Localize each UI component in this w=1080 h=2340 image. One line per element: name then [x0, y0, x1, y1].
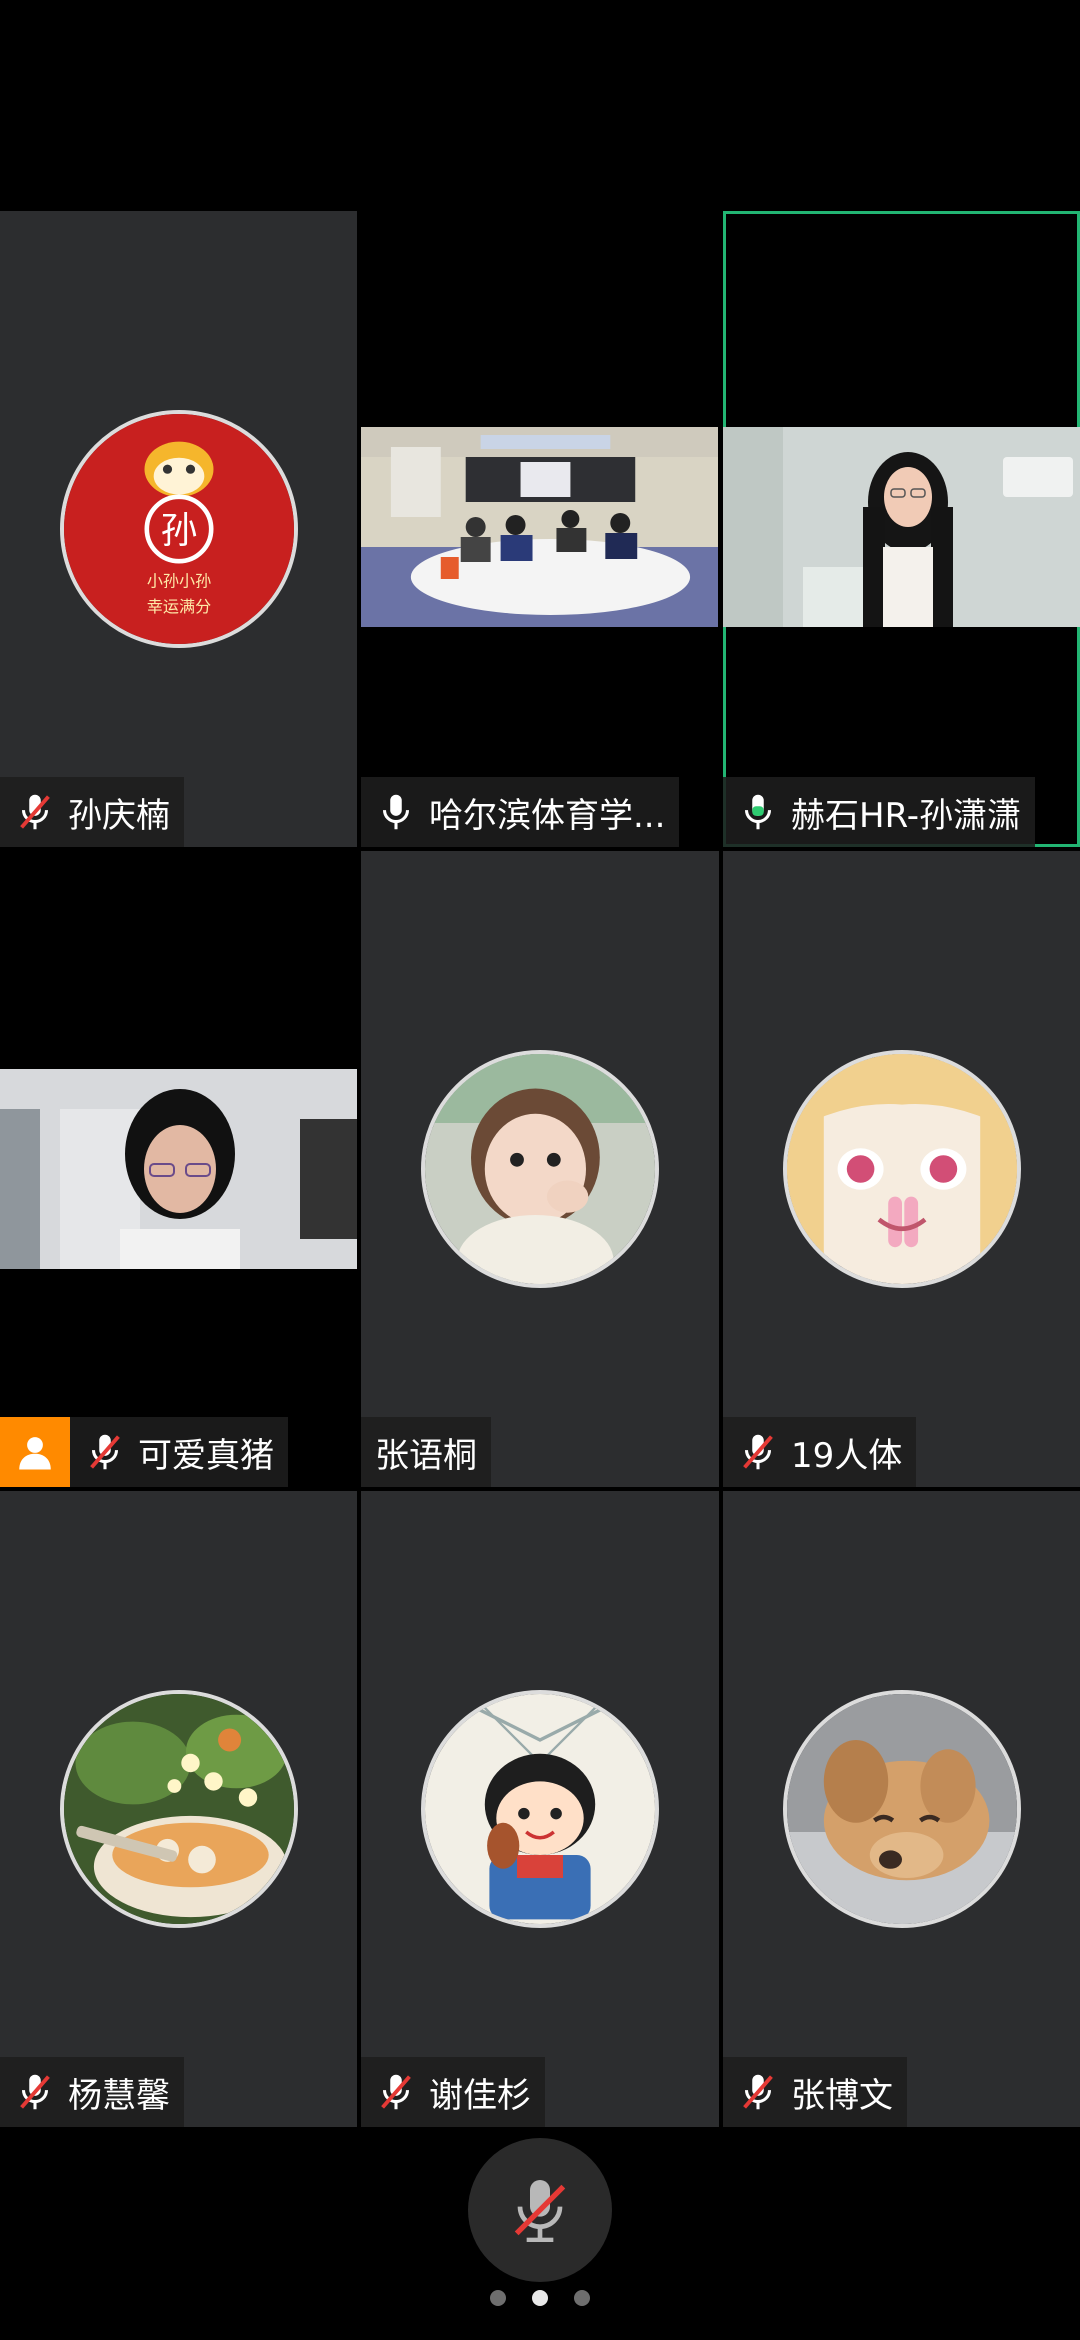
red-tiger-logo-icon: 孙 小孙小孙 幸运满分 [64, 414, 294, 644]
bottom-control-bar [0, 2128, 1080, 2340]
participant-tile-8[interactable]: 谢佳杉 [361, 1491, 719, 2127]
participant-name: 谢佳杉 [429, 2075, 531, 2116]
participant-name-tag: 19人体 [723, 1417, 917, 1487]
participant-name: 张博文 [791, 2075, 893, 2116]
participant-tile-1[interactable]: 孙 小孙小孙 幸运满分 孙庆楠 [0, 211, 357, 847]
participant-avatar: 孙 小孙小孙 幸运满分 [60, 410, 298, 648]
page-dot-1[interactable] [490, 2290, 506, 2306]
participant-name-tag: 赫石HR-孙潇潇 [723, 777, 1036, 847]
page-indicator[interactable] [0, 2290, 1080, 2306]
participant-tile-2[interactable]: 哈尔滨体育学... [361, 211, 719, 847]
mic-icon [382, 794, 410, 830]
cartoon-girl-icon [425, 1694, 655, 1924]
participant-name-tag: 张博文 [723, 2057, 907, 2127]
participant-avatar [421, 1050, 659, 1288]
participant-avatar [60, 1690, 298, 1928]
person-icon [19, 1437, 51, 1470]
participant-name-tag: 杨慧馨 [0, 2057, 184, 2127]
participant-tile-3[interactable]: 赫石HR-孙潇潇 [723, 211, 1080, 847]
participant-name: 哈尔滨体育学... [429, 795, 666, 836]
participant-name: 张语桐 [375, 1435, 477, 1476]
mic-muted-icon [20, 794, 50, 830]
participant-video [723, 427, 1080, 627]
little-girl-photo-icon [425, 1054, 655, 1284]
participant-name-tag: 张语桐 [361, 1417, 491, 1487]
participant-name-tag: 谢佳杉 [361, 2057, 545, 2127]
logo-line-1: 小孙小孙 [147, 572, 211, 591]
participant-avatar [783, 1690, 1021, 1928]
mic-muted-icon [743, 2074, 773, 2110]
participant-avatar [421, 1690, 659, 1928]
mic-muted-icon [381, 2074, 411, 2110]
participant-video [0, 1069, 357, 1269]
participant-video [361, 427, 718, 627]
muted-microphone-icon [514, 2180, 566, 2242]
participant-name: 可爱真猪 [138, 1435, 274, 1476]
classroom-video-icon [361, 427, 718, 627]
mute-toggle-button[interactable] [468, 2138, 612, 2282]
participant-name-tag: 哈尔滨体育学... [361, 777, 680, 847]
logo-main-char: 孙 [161, 509, 198, 552]
dessert-flowers-icon [64, 1694, 294, 1924]
mic-speaking-icon [744, 794, 772, 830]
video-grid: 孙 小孙小孙 幸运满分 孙庆楠 哈尔滨体育学... 赫石HR-孙潇潇 可爱真猪 … [0, 211, 1080, 2128]
mic-muted-icon [90, 1434, 120, 1470]
woman-video-icon [723, 427, 1080, 627]
mic-muted-icon [743, 1434, 773, 1470]
mic-muted-icon [20, 2074, 50, 2110]
participant-avatar [783, 1050, 1021, 1288]
participant-tile-6[interactable]: 19人体 [723, 851, 1080, 1487]
woman-glasses-video-icon [0, 1069, 357, 1269]
participant-name-tag: 可爱真猪 [0, 1417, 288, 1487]
page-dot-2[interactable] [532, 2290, 548, 2306]
participant-name: 孙庆楠 [68, 795, 170, 836]
participant-tile-9[interactable]: 张博文 [723, 1491, 1080, 2127]
meeting-screen: 孙 小孙小孙 幸运满分 孙庆楠 哈尔滨体育学... 赫石HR-孙潇潇 可爱真猪 … [0, 0, 1080, 2340]
participant-name: 杨慧馨 [68, 2075, 170, 2116]
host-badge [0, 1417, 70, 1487]
participant-tile-5[interactable]: 张语桐 [361, 851, 719, 1487]
participant-name: 赫石HR-孙潇潇 [791, 795, 1022, 836]
anime-girl-icon [787, 1054, 1017, 1284]
puppy-dog-icon [787, 1694, 1017, 1924]
participant-name: 19人体 [791, 1435, 903, 1476]
participant-tile-7[interactable]: 杨慧馨 [0, 1491, 357, 2127]
page-dot-3[interactable] [574, 2290, 590, 2306]
logo-line-2: 幸运满分 [147, 597, 211, 616]
participant-tile-4[interactable]: 可爱真猪 [0, 851, 357, 1487]
participant-name-tag: 孙庆楠 [0, 777, 184, 847]
